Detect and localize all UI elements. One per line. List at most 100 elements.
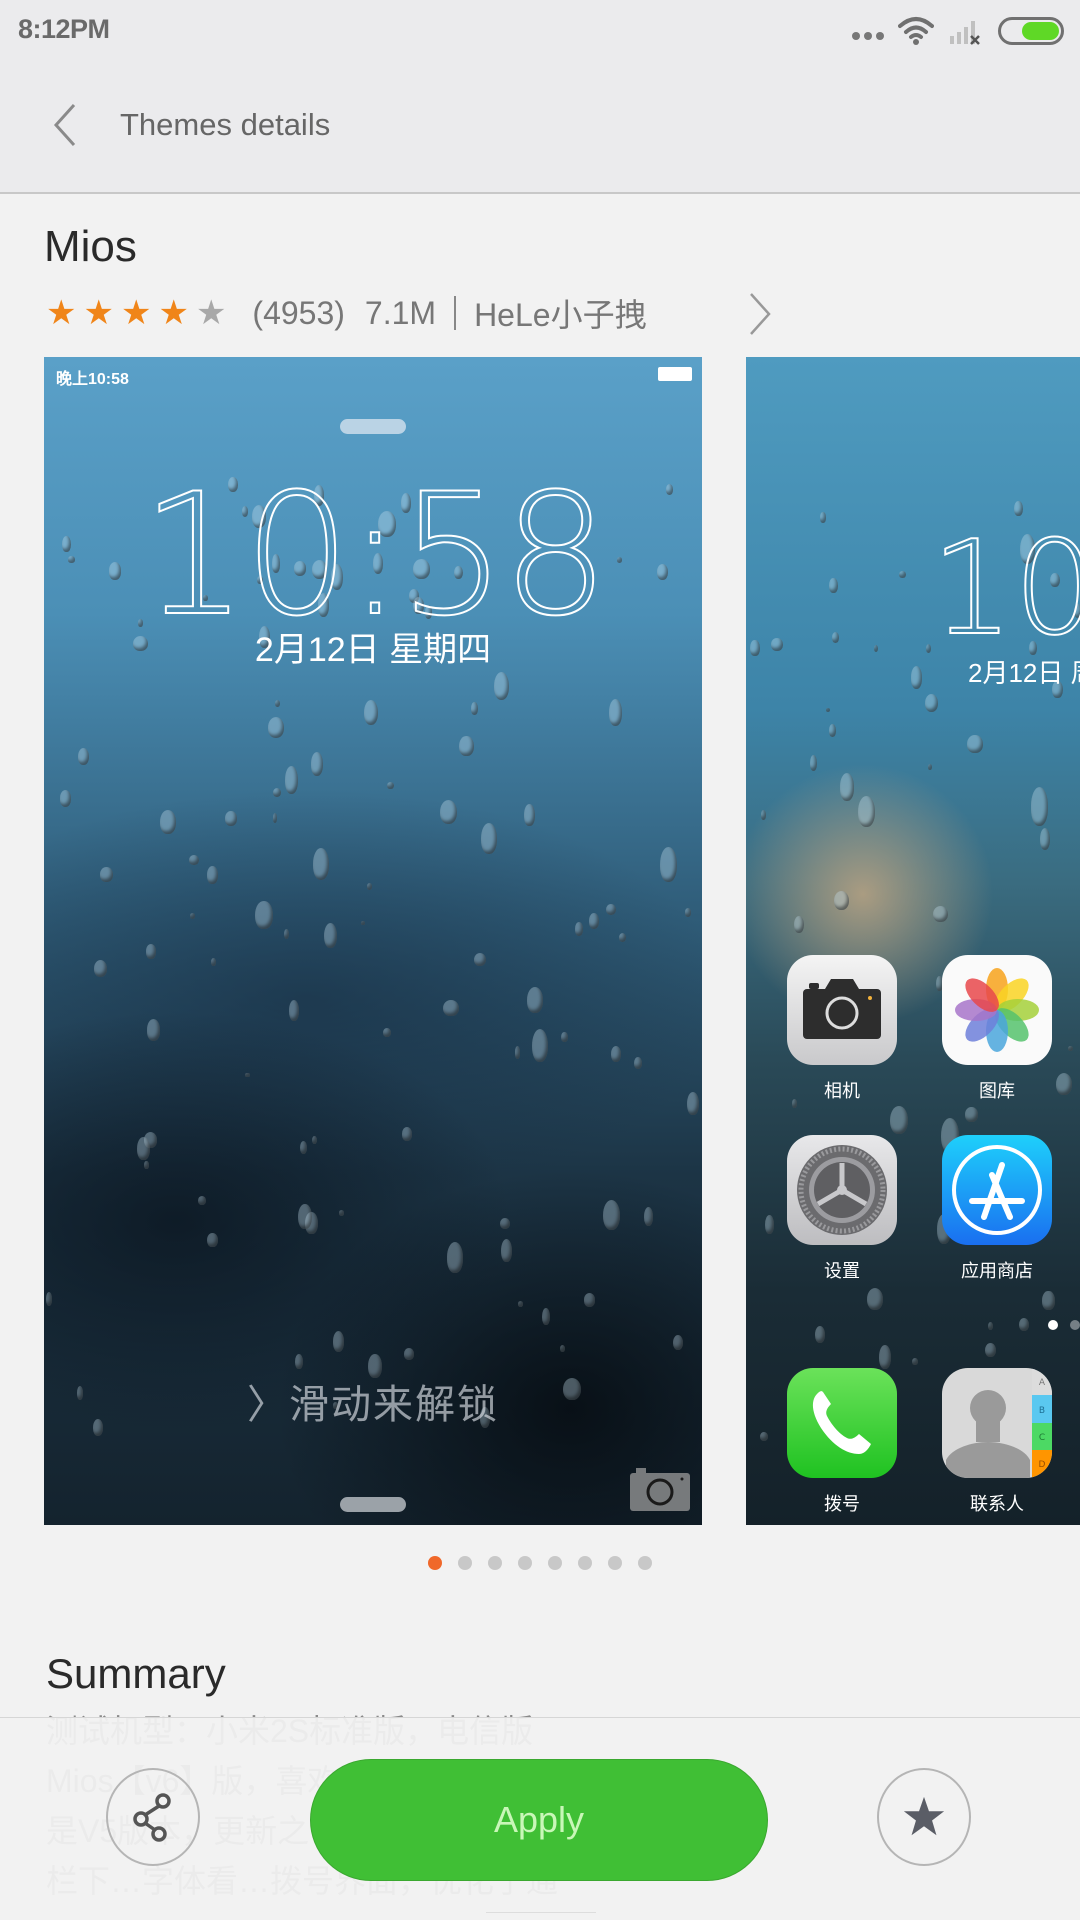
raindrop (299, 1140, 307, 1155)
pager-dot[interactable] (458, 1556, 472, 1570)
contacts-tab-c: C (1039, 1433, 1045, 1443)
raindrop (332, 1331, 344, 1352)
theme-meta: ★ ★ ★ ★ ★ (4953) 7.1M HeLe小子拽 (46, 290, 647, 336)
raindrop (403, 1348, 415, 1361)
raindrop (559, 1344, 566, 1353)
raindrop (912, 1358, 919, 1366)
raindrop (473, 952, 486, 967)
raindrop (383, 1028, 391, 1038)
share-icon (133, 1793, 171, 1842)
raindrop (684, 908, 692, 917)
raindrop (898, 571, 906, 579)
chevron-left-icon (53, 103, 76, 147)
summary-title: Summary (46, 1650, 226, 1697)
raindrop (273, 787, 282, 798)
raindrop (298, 1203, 312, 1230)
chevron-right-icon[interactable] (745, 292, 775, 336)
raindrop (633, 1057, 643, 1070)
raindrop (443, 1000, 459, 1017)
pager-dot[interactable] (578, 1556, 592, 1570)
share-button[interactable] (106, 1768, 200, 1866)
battery-icon (998, 17, 1064, 45)
raindrop (857, 796, 875, 828)
raindrop (672, 1334, 683, 1351)
contacts-tab-a: A (1039, 1378, 1046, 1388)
raindrop (874, 644, 879, 653)
raindrop (985, 1342, 996, 1357)
apply-button[interactable]: Apply (310, 1759, 768, 1881)
pager-dot[interactable] (638, 1556, 652, 1570)
raindrop (820, 512, 826, 523)
theme-size: 7.1M (364, 294, 437, 331)
raindrop (771, 638, 783, 652)
raindrop (750, 640, 760, 656)
app-label: 图库 (979, 1081, 1015, 1101)
raindrop (494, 671, 510, 700)
theme-name: Mios (44, 222, 137, 271)
favorite-button[interactable] (877, 1768, 971, 1866)
app-label: 应用商店 (961, 1261, 1033, 1281)
raindrop (387, 781, 394, 789)
pager-dot[interactable] (608, 1556, 622, 1570)
app-camera: 相机 (787, 955, 897, 1103)
homescreen-date: 2月12日 周 (968, 658, 1080, 688)
app-label: 相机 (824, 1081, 860, 1101)
raindrop (1030, 787, 1049, 826)
raindrop (144, 1161, 149, 1170)
wifi-icon (898, 17, 934, 45)
preview-homescreen[interactable]: 10 2月12日 周 相机 图库 (746, 357, 1080, 1525)
raindrop (760, 1432, 768, 1442)
star-filled-icon: ★ (83, 294, 114, 332)
star-filled-icon: ★ (120, 294, 152, 332)
raindrop (206, 866, 218, 884)
lockscreen-status-time: 晚上10:58 (56, 371, 129, 388)
raindrop (284, 766, 298, 794)
preview-lockscreen[interactable]: 晚上10:58 10:58 2月12日 星期四 〉滑动来解锁 (44, 357, 702, 1525)
star-filled-icon: ★ (158, 294, 189, 332)
raindrop (45, 1291, 53, 1306)
raindrop (295, 1353, 304, 1370)
raindrop (207, 1233, 218, 1248)
raindrop (313, 848, 330, 880)
raindrop (967, 735, 983, 754)
lockscreen-battery-icon (658, 367, 692, 381)
app-store-icon (942, 1135, 1052, 1245)
lockscreen-top-handle (340, 419, 406, 434)
app-photos: 图库 (942, 955, 1052, 1103)
raindrop (189, 912, 196, 920)
raindrop (1039, 828, 1050, 850)
author-link[interactable]: HeLe小子拽 (474, 290, 647, 336)
raindrop (197, 1196, 206, 1206)
raindrop (575, 922, 584, 936)
raindrop (446, 1241, 464, 1274)
star-icon (903, 1796, 945, 1836)
raindrop (988, 1321, 994, 1331)
app-label: 拨号 (824, 1494, 860, 1514)
raindrop (272, 812, 278, 823)
bottom-edge (486, 1912, 596, 1920)
raindrop (225, 810, 237, 826)
raindrop (910, 665, 923, 690)
raindrop (925, 693, 939, 712)
more-dots-icon (852, 32, 884, 40)
app-phone: 拨号 (787, 1368, 897, 1516)
raindrop (1018, 1318, 1029, 1332)
settings-app-icon (787, 1135, 897, 1245)
raindrop (583, 1293, 596, 1307)
pager-dot[interactable] (488, 1556, 502, 1570)
raindrop (867, 1287, 884, 1310)
raindrop (401, 1127, 412, 1141)
pager-dot[interactable] (428, 1556, 442, 1570)
phone-app-icon (787, 1368, 897, 1478)
star-empty-icon: ★ (195, 294, 227, 332)
raindrop (275, 699, 281, 707)
pager-dot[interactable] (548, 1556, 562, 1570)
action-bar: Apply (0, 1717, 1080, 1920)
status-bar: 8:12PM (0, 0, 1080, 60)
raindrop (145, 944, 157, 959)
raindrop (100, 867, 113, 882)
contacts-tab-d: D (1039, 1460, 1046, 1470)
pager-dot[interactable] (518, 1556, 532, 1570)
back-button[interactable] (40, 100, 90, 150)
lockscreen-bottom-handle (340, 1497, 406, 1512)
